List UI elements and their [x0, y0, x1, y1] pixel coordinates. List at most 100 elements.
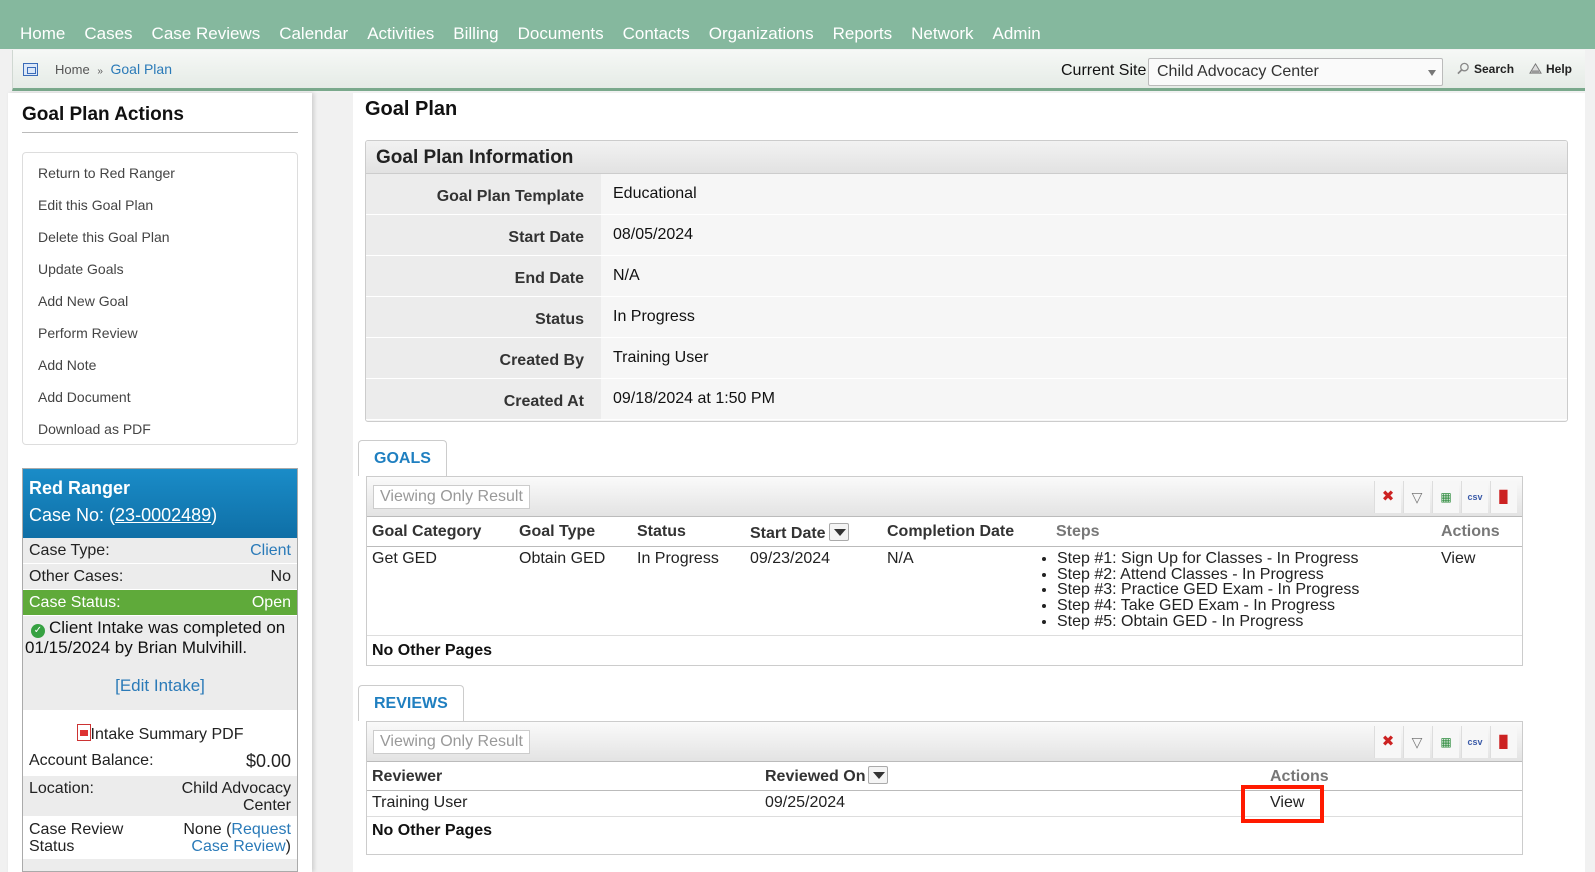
nav-organizations[interactable]: Organizations: [709, 24, 814, 44]
goal-plan-info-panel: Goal Plan Information Goal Plan Template…: [365, 140, 1568, 422]
action-edit-goal-plan[interactable]: Edit this Goal Plan: [38, 197, 153, 213]
case-review-status-row: Case Review Status None (Request Case Re…: [23, 817, 297, 859]
case-number-label: Case No:: [29, 505, 105, 525]
other-cases-row: Other Cases: No: [23, 564, 297, 590]
goal-start-cell: 09/23/2024: [750, 550, 831, 567]
viewing-only-result-button[interactable]: Viewing Only Result: [373, 485, 530, 509]
check-circle-icon: ✓: [31, 624, 45, 638]
info-value: N/A: [601, 256, 1567, 296]
collapse-sidebar-icon[interactable]: [23, 63, 38, 76]
action-delete-goal-plan[interactable]: Delete this Goal Plan: [38, 229, 170, 245]
case-number-link[interactable]: 23-0002489: [115, 505, 211, 525]
table-row: Get GED Obtain GED In Progress 09/23/202…: [367, 547, 1522, 635]
excel-export-icon[interactable]: ▦: [1432, 481, 1459, 513]
case-status-badge: Open: [251, 594, 291, 611]
page-title: Goal Plan: [365, 98, 458, 120]
nav-reports[interactable]: Reports: [833, 24, 893, 44]
info-value: 09/18/2024 at 1:50 PM: [601, 379, 1567, 419]
intake-summary-pdf-label: Intake Summary PDF: [90, 726, 244, 743]
action-update-goals[interactable]: Update Goals: [38, 261, 124, 277]
col-reviewer[interactable]: Reviewer: [372, 768, 442, 786]
nav-network[interactable]: Network: [911, 24, 973, 44]
current-site-select[interactable]: Child Advocacy Center: [1148, 58, 1443, 86]
nav-home[interactable]: Home: [20, 24, 65, 44]
col-reviewed-on-label: Reviewed On: [765, 768, 866, 785]
col-steps: Steps: [1056, 523, 1100, 540]
clear-filter-icon[interactable]: ✖: [1374, 481, 1401, 513]
edit-intake-link[interactable]: [Edit Intake]: [115, 676, 205, 695]
nav-billing[interactable]: Billing: [453, 24, 498, 44]
action-add-new-goal[interactable]: Add New Goal: [38, 293, 128, 309]
col-completion-date[interactable]: Completion Date: [887, 523, 1014, 541]
col-goal-category[interactable]: Goal Category: [372, 523, 481, 541]
case-type-label: Case Type:: [29, 542, 110, 559]
nav-activities[interactable]: Activities: [367, 24, 434, 44]
clear-filter-icon[interactable]: ✖: [1374, 726, 1401, 758]
viewing-only-result-button[interactable]: Viewing Only Result: [373, 730, 530, 754]
review-status-text: None: [183, 821, 222, 838]
col-goal-type[interactable]: Goal Type: [519, 523, 595, 541]
goal-type-cell: Obtain GED: [519, 550, 606, 567]
table-row: Training User 09/25/2024 View: [367, 791, 1522, 816]
filter-icon[interactable]: ▽: [1403, 481, 1430, 513]
nav-documents[interactable]: Documents: [518, 24, 604, 44]
tab-reviews[interactable]: REVIEWS: [358, 685, 464, 721]
list-item: Step #2: Attend Classes - In Progress: [1057, 566, 1359, 583]
info-label: Created At: [366, 379, 601, 419]
col-reviewed-on[interactable]: Reviewed On: [765, 766, 889, 786]
csv-export-icon[interactable]: csv: [1461, 726, 1488, 758]
breadcrumb: Home » Goal Plan: [55, 61, 172, 77]
case-type-link[interactable]: Client: [250, 542, 291, 560]
current-site-value: Child Advocacy Center: [1157, 63, 1319, 80]
list-item: Step #3: Practice GED Exam - In Progress: [1057, 582, 1359, 598]
breadcrumb-separator: »: [97, 66, 103, 77]
goal-completion-cell: N/A: [887, 550, 914, 567]
action-add-note[interactable]: Add Note: [38, 357, 96, 373]
case-review-status-label: Case Review Status: [29, 821, 124, 855]
case-type-row: Case Type: Client: [23, 538, 297, 564]
action-return[interactable]: Return to Red Ranger: [38, 165, 175, 181]
tab-goals[interactable]: GOALS: [358, 440, 447, 476]
info-row-start-date: Start Date 08/05/2024: [366, 215, 1567, 256]
col-actions: Actions: [1270, 768, 1329, 785]
case-summary-card: Red Ranger Case No: (23-0002489) Case Ty…: [22, 468, 298, 872]
sort-down-icon[interactable]: [828, 523, 849, 541]
intake-summary-pdf[interactable]: Intake Summary PDF: [23, 710, 297, 748]
nav-admin[interactable]: Admin: [993, 24, 1041, 44]
action-download-pdf[interactable]: Download as PDF: [38, 421, 151, 437]
nav-case-reviews[interactable]: Case Reviews: [152, 24, 261, 44]
goal-view-link[interactable]: View: [1441, 550, 1475, 568]
intake-note-text: Client Intake was completed on 01/15/202…: [25, 618, 286, 657]
action-perform-review[interactable]: Perform Review: [38, 325, 138, 341]
breadcrumb-home[interactable]: Home: [55, 62, 90, 77]
sort-down-icon[interactable]: [868, 766, 889, 784]
nav-contacts[interactable]: Contacts: [623, 24, 690, 44]
col-status[interactable]: Status: [637, 523, 686, 541]
goal-status-cell: In Progress: [637, 550, 719, 567]
goal-plan-actions: Return to Red Ranger Edit this Goal Plan…: [22, 152, 298, 445]
client-name: Red Ranger: [29, 478, 131, 498]
pdf-export-icon[interactable]: ▉: [1490, 481, 1517, 513]
top-nav: Home Cases Case Reviews Calendar Activit…: [0, 0, 1595, 49]
nav-cases[interactable]: Cases: [84, 24, 132, 44]
search-link[interactable]: Search: [1457, 62, 1514, 76]
goal-category-cell: Get GED: [372, 550, 437, 567]
info-label: Goal Plan Template: [366, 174, 601, 214]
nav-calendar[interactable]: Calendar: [279, 24, 348, 44]
info-value: Educational: [601, 174, 1567, 214]
case-review-status-value: None (Request Case Review): [183, 821, 291, 855]
pdf-export-icon[interactable]: ▉: [1490, 726, 1517, 758]
breadcrumb-current[interactable]: Goal Plan: [111, 61, 172, 77]
account-balance-value: $0.00: [245, 751, 291, 771]
info-value: 08/05/2024: [601, 215, 1567, 255]
col-start-date[interactable]: Start Date: [750, 523, 849, 543]
filter-icon[interactable]: ▽: [1403, 726, 1430, 758]
csv-export-icon[interactable]: csv: [1461, 481, 1488, 513]
sidebar: Goal Plan Actions Return to Red Ranger E…: [8, 93, 312, 872]
action-add-document[interactable]: Add Document: [38, 389, 131, 405]
excel-export-icon[interactable]: ▦: [1432, 726, 1459, 758]
reviews-toolbar: Viewing Only Result ✖ ▽ ▦ csv ▉: [367, 722, 1522, 762]
search-icon: [1457, 62, 1469, 75]
help-link[interactable]: Help: [1529, 62, 1572, 76]
intake-note: ✓ Client Intake was completed on 01/15/20…: [23, 616, 297, 657]
